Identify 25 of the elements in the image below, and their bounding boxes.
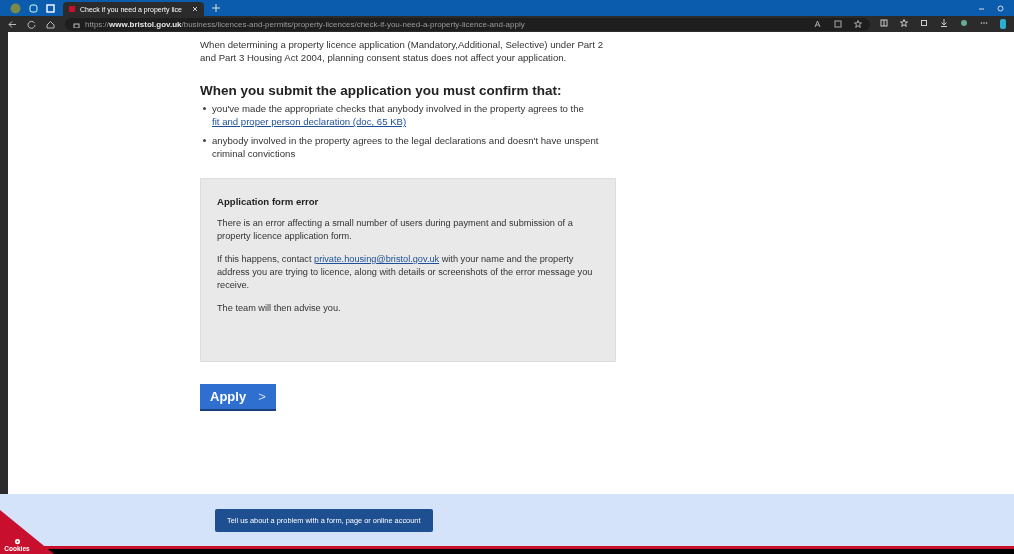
url-text: https://www.bristol.gov.uk/business/licences-and-permits/property-licences/check-if-you-need-a-property-licence-and-apply [85,19,525,29]
read-aloud-icon[interactable] [814,20,822,28]
more-icon[interactable] [980,19,988,27]
section-heading: When you submit the application you must confirm that: [200,84,563,97]
notice-paragraph: The team will then advise you. [217,302,342,315]
bullet-item: you've made the appropriate checks that anybody involved in the property agrees to the fit and proper person declaration (doc, 65 KB) [202,102,616,128]
lock-icon[interactable] [73,20,80,28]
notice-paragraph: If this happens, contact private.housing@bristol.gov.uk with your name and the property address you are trying to licence, along with details or screenshots of the error message you receive. [217,253,594,292]
intro-paragraph: When determining a property licence application (Mandatory,Additional, Selective) under Part 2 and Part 3 Housing Act 2004, planning consent status does not affect your application. [200,38,604,64]
star-icon[interactable] [854,20,862,28]
refresh-icon[interactable] [27,19,36,29]
bullet-item: anybody involved in the property agrees to the legal declarations and doesn't have unspent criminal convictions [202,134,616,160]
new-tab-icon[interactable] [211,4,220,12]
close-icon[interactable] [191,6,198,12]
address-bar[interactable]: https://www.bristol.gov.uk/business/licences-and-permits/property-licences/check-if-you-need-a-property-licence-and-apply [65,17,870,31]
notice-paragraph: There is an error affecting a small number of users during payment and submission of a property licence application form. [217,217,574,243]
home-icon[interactable] [46,19,55,29]
notice-title: Application form error [217,195,320,208]
declaration-link[interactable]: fit and proper person declaration (doc, 65 KB) [212,116,407,127]
favorites-icon[interactable] [900,19,908,27]
split-screen-icon[interactable] [880,19,888,27]
download-icon[interactable] [940,19,948,27]
email-link[interactable]: private.housing@bristol.gov.uk [314,254,440,264]
back-icon[interactable] [8,19,17,29]
apply-button[interactable]: Apply > [200,384,276,411]
